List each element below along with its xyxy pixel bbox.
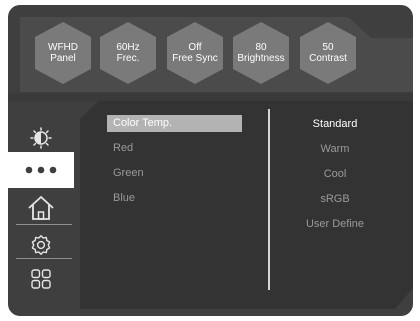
menu-item-green[interactable]: Green [107,165,242,182]
tile-panel-value: WFHD [48,42,78,53]
sun-icon [30,127,52,149]
option-user-define[interactable]: User Define [285,216,385,232]
tile-panel-label: Panel [50,53,76,64]
option-cool[interactable]: Cool [285,166,385,182]
column-divider [268,109,270,290]
tile-contrast-value: 50 [322,42,334,53]
tile-frequency-value: 60Hz [116,42,140,53]
tile-free-sync-label: Free Sync [172,53,218,64]
tile-frequency-label: Frec. [116,53,140,64]
option-standard[interactable]: Standard [285,116,385,132]
osd-panel: WFHD Panel 60Hz Frec. Off Free Sync 80 Brigh… [8,5,413,316]
sidebar [8,101,82,316]
tile-free-sync-value: Off [188,42,202,53]
menu-item-blue[interactable]: Blue [107,190,242,207]
tile-panel[interactable]: WFHD Panel [35,22,91,84]
option-warm[interactable]: Warm [285,141,385,157]
sidebar-divider [16,224,72,225]
more-dots-icon [25,166,57,174]
tile-brightness-value: 80 [255,42,267,53]
tile-contrast-label: Contrast [309,53,347,64]
sidebar-divider [16,258,72,259]
sidebar-item-picture[interactable] [8,120,74,156]
option-srgb[interactable]: sRGB [285,191,385,207]
menu-item-red[interactable]: Red [107,140,242,157]
menu-item-color-temp[interactable]: Color Temp. [107,115,242,132]
tile-brightness-label: Brightness [237,53,285,64]
apps-grid-icon [31,269,51,289]
sidebar-item-color[interactable] [8,152,74,188]
home-icon [28,196,54,220]
tile-brightness[interactable]: 80 Brightness [233,22,289,84]
tile-contrast[interactable]: 50 Contrast [300,22,356,84]
tile-frequency[interactable]: 60Hz Frec. [100,22,156,84]
gear-icon [31,235,51,255]
sidebar-item-home[interactable] [8,190,74,226]
sidebar-item-apps[interactable] [8,261,74,297]
tile-free-sync[interactable]: Off Free Sync [167,22,223,84]
